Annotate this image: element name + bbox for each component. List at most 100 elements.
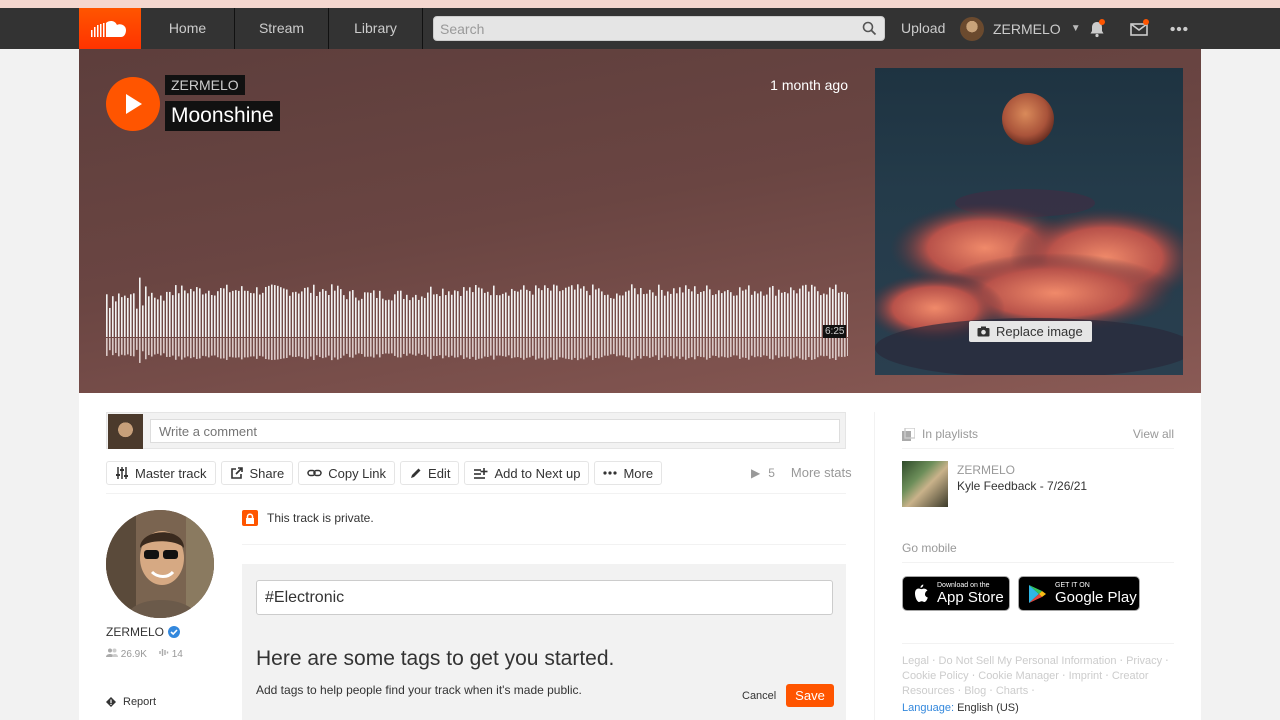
add-to-next-up-label: Add to Next up [494, 465, 581, 481]
search-input[interactable] [434, 17, 884, 40]
track-title: Moonshine [165, 101, 280, 131]
save-button[interactable]: Save [786, 684, 834, 707]
waveform-reflection-bar [169, 338, 171, 357]
tag-input[interactable] [256, 580, 833, 615]
tracks-stat[interactable]: 14 [159, 648, 183, 660]
more-icon[interactable] [1169, 19, 1189, 39]
playlist-title[interactable]: Kyle Feedback - 7/26/21 [957, 479, 1087, 493]
waveform-bar [172, 295, 174, 337]
apple-icon [915, 584, 928, 602]
waveform-bar [298, 293, 300, 337]
more-button[interactable]: More [594, 461, 663, 485]
nav-stream[interactable]: Stream [235, 8, 329, 49]
replace-image-button[interactable]: Replace image [969, 321, 1092, 342]
waveform-reflection-bar [364, 338, 366, 357]
waveform-reflection-bar [796, 338, 798, 357]
waveform-bar [112, 296, 114, 337]
nav-library[interactable]: Library [329, 8, 423, 49]
waveform-bar [772, 285, 774, 337]
edit-button[interactable]: Edit [400, 461, 460, 485]
ellipsis-icon [603, 471, 618, 475]
waveform-reflection-bar [385, 338, 387, 354]
waveform-reflection-bar [286, 338, 288, 358]
play-button[interactable] [106, 77, 160, 131]
playlist-artist[interactable]: ZERMELO [957, 463, 1015, 477]
waveform-reflection-bar [376, 338, 378, 355]
google-play-badge[interactable]: GET IT ON Google Play [1018, 576, 1140, 611]
nav-home[interactable]: Home [141, 8, 235, 49]
waveform-bar [667, 291, 669, 337]
cancel-button[interactable]: Cancel [742, 690, 776, 702]
waveform-reflection-bar [508, 338, 510, 356]
copy-link-button[interactable]: Copy Link [298, 461, 396, 485]
waveform-reflection-bar [106, 338, 108, 356]
waveform-bar [385, 300, 387, 337]
waveform-bar [694, 286, 696, 337]
camera-icon [977, 326, 990, 337]
track-artist[interactable]: ZERMELO [165, 75, 245, 95]
footer-legal[interactable]: Legal [902, 655, 929, 667]
waveform-bar [139, 277, 141, 337]
comment-input[interactable] [150, 419, 840, 443]
followers-stat[interactable]: 26.9K [106, 648, 147, 660]
footer-privacy[interactable]: Privacy [1126, 655, 1162, 667]
waveform-bar [664, 295, 666, 337]
track-artwork: Replace image [875, 68, 1183, 375]
waveform-reflection-bar [274, 338, 276, 360]
footer-imprint[interactable]: Imprint [1069, 670, 1103, 682]
footer-dnsmpi[interactable]: Do Not Sell My Personal Information [939, 655, 1117, 667]
waveform-bar [634, 288, 636, 337]
waveform-bar [370, 292, 372, 337]
waveform-reflection-bar [763, 338, 765, 356]
waveform-bar [115, 301, 117, 337]
waveform-bar [592, 284, 594, 337]
upload-link[interactable]: Upload [901, 8, 945, 49]
share-button[interactable]: Share [220, 461, 294, 485]
waveform-bar [739, 287, 741, 337]
footer-blog[interactable]: Blog [964, 685, 986, 697]
waveform-reflection-bar [256, 338, 258, 359]
soundcloud-logo[interactable] [79, 8, 141, 49]
footer-cookie-manager[interactable]: Cookie Manager [978, 670, 1059, 682]
waveform-bar [550, 290, 552, 337]
waveform-reflection-bar [787, 338, 789, 357]
waveform-bar [265, 286, 267, 337]
waveform-bar [589, 295, 591, 337]
waveform-bar [169, 291, 171, 337]
add-to-next-up-button[interactable]: Add to Next up [464, 461, 590, 485]
waveform-bar [475, 285, 477, 337]
waveform-reflection-bar [415, 338, 417, 356]
app-store-badge[interactable]: Download on the App Store [902, 576, 1010, 611]
action-bar: Master track Share Copy Link Edit Add to… [106, 461, 663, 485]
waveform-reflection-bar [400, 338, 402, 358]
tracks-count: 14 [171, 649, 183, 660]
waveform-reflection-bar [247, 338, 249, 358]
waveform-reflection-bar [397, 338, 399, 358]
master-track-button[interactable]: Master track [106, 461, 216, 485]
waveform-reflection-bar [469, 338, 471, 359]
waveform-bar [457, 291, 459, 337]
user-name[interactable]: ZERMELO [106, 625, 181, 639]
search-icon[interactable] [862, 21, 877, 36]
footer-charts[interactable]: Charts [996, 685, 1028, 697]
waveform-reflection-bar [250, 338, 252, 357]
playlist-icon [902, 427, 915, 441]
waveform-bar [679, 287, 681, 337]
waveform-reflection-bar [748, 338, 750, 360]
waveform[interactable] [106, 271, 848, 371]
footer-cookie-policy[interactable]: Cookie Policy [902, 670, 969, 682]
waveform-bar [322, 289, 324, 337]
user-avatar[interactable] [106, 510, 214, 618]
more-stats-link[interactable]: More stats [791, 465, 852, 480]
waveform-bar [346, 299, 348, 337]
report-link[interactable]: Report [106, 696, 156, 708]
waveform-bar [406, 294, 408, 337]
waveform-bar [250, 292, 252, 337]
playlist-thumbnail[interactable] [902, 461, 948, 507]
view-all-link[interactable]: View all [1133, 427, 1174, 441]
waveform-reflection-bar [625, 338, 627, 358]
waveform-bar [742, 290, 744, 337]
language-selector[interactable]: Language: English (US) [902, 702, 1019, 714]
waveform-reflection-bar [595, 338, 597, 358]
user-menu[interactable]: ZERMELO ▼ [960, 8, 1081, 49]
